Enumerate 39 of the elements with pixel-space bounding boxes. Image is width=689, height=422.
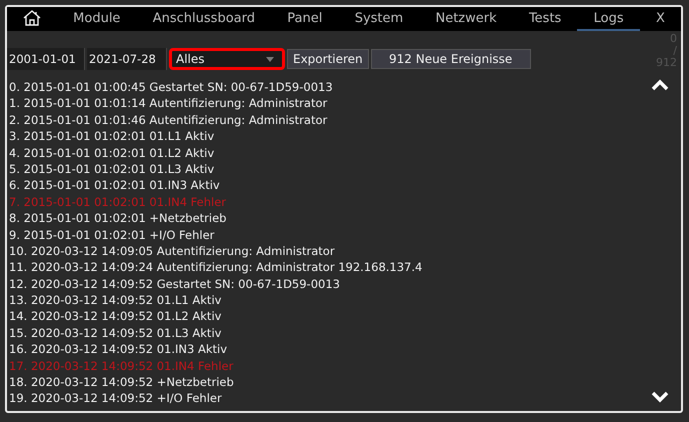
log-entry: 14. 2020-03-12 14:09:52 01.L2 Aktiv [8, 308, 222, 325]
log-entry: 6. 2015-01-01 01:02:01 01.IN3 Aktiv [8, 177, 221, 194]
log-entry: 7. 2015-01-01 01:02:01 01.IN4 Fehler [8, 194, 228, 210]
nav-tab[interactable]: X [640, 7, 682, 31]
filter-dropdown[interactable]: Alles [169, 48, 285, 70]
export-button[interactable]: Exportieren [287, 49, 369, 69]
log-entry: 5. 2015-01-01 01:02:01 01.L3 Aktiv [8, 160, 216, 178]
dropdown-caret-icon [266, 56, 274, 62]
event-counter: / [673, 45, 677, 57]
log-entry: 9. 2015-01-01 01:02:01 +I/O Fehler [8, 226, 216, 243]
log-entry: 0. 2015-01-01 01:00:45 Gestartet SN: 00-67-1D59-0013 [8, 79, 334, 96]
log-entry: 13. 2020-03-12 14:09:52 01.L1 Aktiv [8, 292, 222, 308]
log-entry: 8. 2015-01-01 01:02:01 +Netzbetrieb [8, 210, 228, 227]
nav-tab[interactable]: Panel [271, 7, 339, 31]
nav-tab[interactable]: Anschlussboard [136, 7, 272, 31]
filter-value: Alles [176, 52, 205, 66]
nav-tab[interactable]: Netzwerk [419, 7, 513, 31]
chevron-down-icon [651, 391, 669, 403]
nav-tab[interactable]: Tests [512, 7, 578, 31]
log-entry: 10. 2020-03-12 14:09:05 Autentifizierung: Administrator [8, 242, 336, 260]
log-entry: 17. 2020-03-12 14:09:52 01.IN4 Fehler [8, 358, 234, 374]
chevron-up-icon [651, 79, 669, 91]
log-entry: 15. 2020-03-12 14:09:52 01.L3 Aktiv [8, 324, 222, 342]
log-entry: 11. 2020-03-12 14:09:24 Autentifizierung: Administrator 192.168.137.4 [8, 259, 424, 276]
date-to-field[interactable]: 2021-07-28 [87, 48, 167, 70]
log-entry: 4. 2015-01-01 01:02:01 01.L2 Aktiv [8, 144, 216, 161]
log-entry: 19. 2020-03-12 14:09:52 +I/O Fehler [8, 390, 223, 407]
nav-tab[interactable]: Logs [577, 7, 640, 31]
log-entry: 2. 2015-01-01 01:01:46 Autentifizierung: Administrator [8, 112, 328, 128]
home-icon [22, 9, 42, 27]
log-entry: 1. 2015-01-01 01:01:14 Autentifizierung: Administrator [8, 95, 328, 112]
date-from-field[interactable]: 2001-01-01 [7, 48, 85, 70]
log-entry: 12. 2020-03-12 14:09:52 Gestartet SN: 00-67-1D59-0013 [8, 276, 341, 292]
log-entry: 3. 2015-01-01 01:02:01 01.L1 Aktiv [8, 128, 216, 145]
nav-tab[interactable]: System [338, 7, 420, 31]
log-entry: 16. 2020-03-12 14:09:52 01.IN3 Aktiv [8, 341, 228, 358]
new-events-button[interactable]: 912 Neue Ereignisse [370, 49, 531, 69]
log-entry: 18. 2020-03-12 14:09:52 +Netzbetrieb [8, 374, 235, 390]
nav-tab[interactable]: Module [57, 7, 137, 31]
